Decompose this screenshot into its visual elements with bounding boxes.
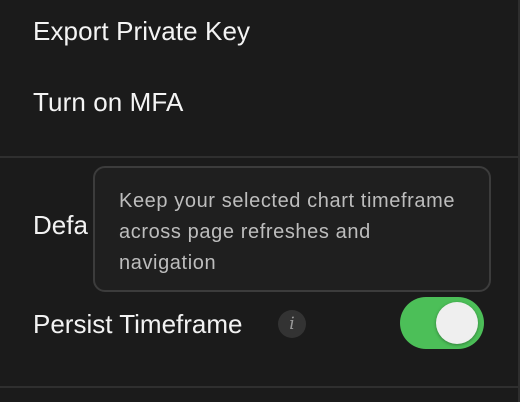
section-divider: [0, 156, 518, 158]
info-icon[interactable]: i: [278, 310, 306, 338]
section-divider-bottom: [0, 386, 518, 388]
toggle-knob: [436, 302, 478, 344]
settings-panel: Export Private Key Turn on MFA Defa Pers…: [0, 0, 520, 402]
default-setting-label: Defa: [33, 210, 88, 240]
tooltip-text: Keep your selected chart timeframe acros…: [119, 190, 456, 274]
export-private-key-item[interactable]: Export Private Key: [33, 16, 250, 47]
info-tooltip: Keep your selected chart timeframe acros…: [93, 166, 491, 292]
persist-timeframe-toggle[interactable]: [400, 297, 484, 349]
turn-on-mfa-item[interactable]: Turn on MFA: [33, 87, 183, 118]
persist-timeframe-label: Persist Timeframe: [33, 309, 243, 339]
